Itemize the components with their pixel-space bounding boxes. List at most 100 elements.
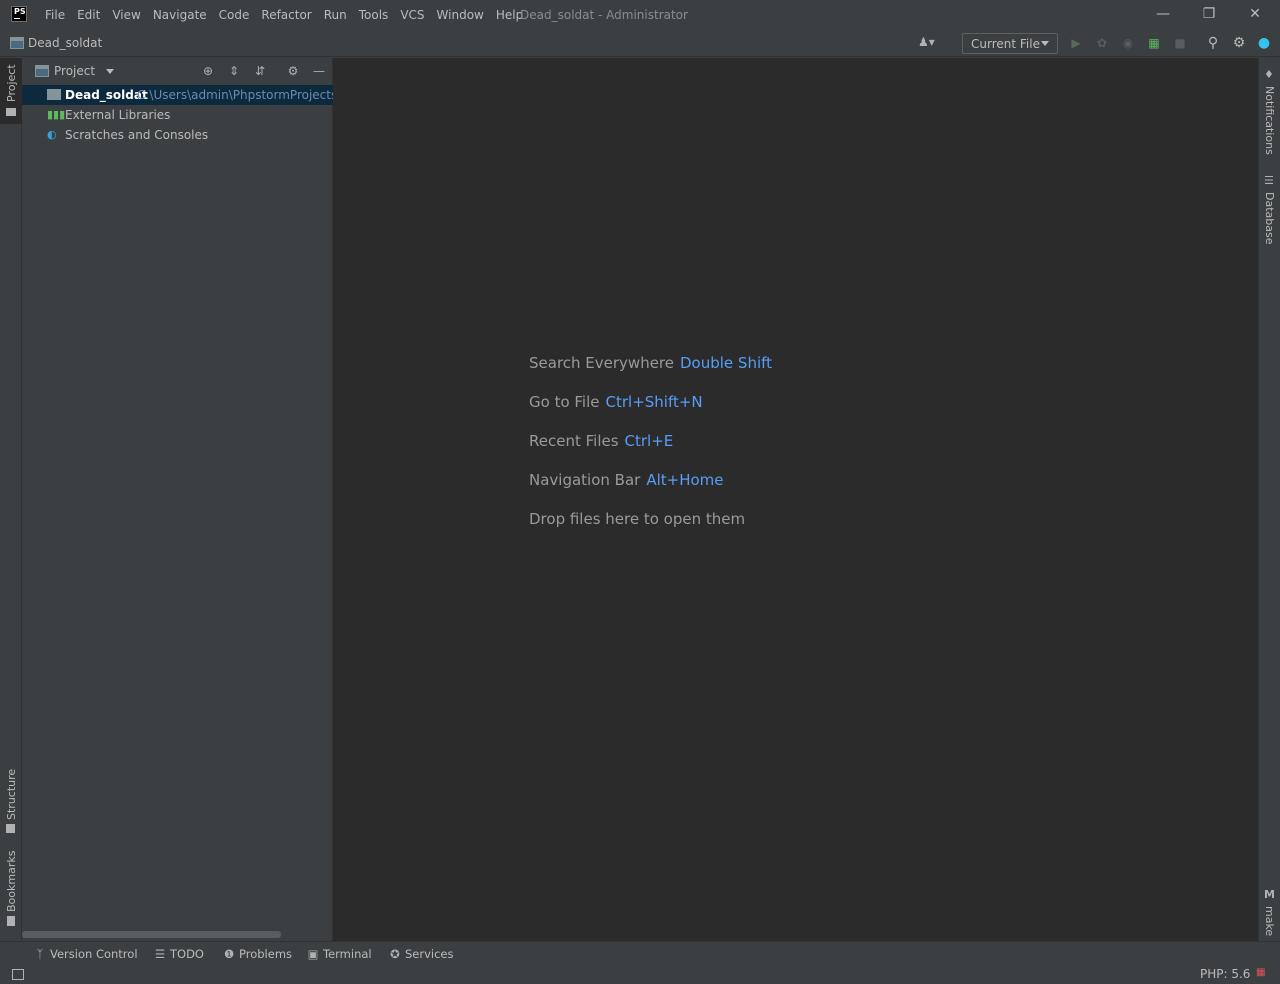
- bookmark-icon: [7, 916, 15, 926]
- menu-tools[interactable]: Tools: [359, 7, 389, 23]
- search-icon[interactable]: ⚲: [1205, 35, 1221, 51]
- hint-label: Drop files here to open them: [529, 510, 746, 528]
- hint-shortcut: Ctrl+E: [624, 432, 674, 450]
- make-icon: M: [1264, 888, 1275, 901]
- toggle-tool-windows-icon[interactable]: [12, 969, 24, 980]
- hint-go-to-file: Go to File Ctrl+Shift+N: [529, 392, 703, 412]
- hint-shortcut: Ctrl+Shift+N: [605, 393, 703, 411]
- minimize-icon[interactable]: —: [1154, 5, 1172, 23]
- menu-vcs[interactable]: VCS: [400, 7, 424, 23]
- stop-icon[interactable]: ■: [1172, 35, 1188, 51]
- stripe-structure-tab[interactable]: Structure: [0, 768, 22, 838]
- tree-item-label: Scratches and Consoles: [65, 128, 209, 142]
- settings-gear-icon[interactable]: ⚙: [1231, 35, 1247, 51]
- debug-icon[interactable]: ✿: [1094, 35, 1110, 51]
- coverage-icon[interactable]: ◉: [1120, 35, 1136, 51]
- list-icon: ☰: [154, 947, 166, 961]
- stripe-notifications-label: Notifications: [1263, 86, 1276, 155]
- stripe-notifications-tab[interactable]: ♦ Notifications: [1259, 66, 1280, 155]
- tree-item-label: Dead_soldat: [65, 88, 148, 102]
- scratches-icon: ◐: [47, 128, 57, 141]
- services-icon: ✪: [390, 947, 400, 961]
- expand-all-icon[interactable]: ⇕: [226, 63, 242, 79]
- tree-item-external-libraries[interactable]: ▮▮▮ External Libraries: [22, 105, 333, 125]
- menu-file[interactable]: File: [45, 7, 65, 23]
- project-panel-title[interactable]: Project: [54, 64, 95, 78]
- hint-recent-files: Recent Files Ctrl+E: [529, 431, 673, 451]
- tool-label: Version Control: [50, 947, 138, 961]
- jetbrains-ai-icon[interactable]: ●: [1256, 35, 1272, 51]
- menu-view[interactable]: View: [112, 7, 140, 23]
- menu-code[interactable]: Code: [219, 7, 250, 23]
- php-status-icon[interactable]: ▦: [1256, 967, 1270, 981]
- library-icon: ▮▮▮: [47, 108, 66, 121]
- php-version-widget[interactable]: PHP: 5.6: [1200, 967, 1250, 981]
- tool-label: TODO: [170, 947, 204, 961]
- menu-navigate[interactable]: Navigate: [153, 7, 207, 23]
- tree-item-path: C:\Users\admin\PhpstormProjects\D: [137, 88, 333, 102]
- tool-label: Problems: [239, 947, 293, 961]
- project-panel-header: Project ⊕ ⇕ ⇵ ⚙ —: [22, 58, 333, 85]
- project-view-icon: [35, 65, 49, 77]
- menu-run[interactable]: Run: [324, 7, 347, 23]
- bell-icon: ♦: [1264, 68, 1274, 81]
- tree-item-project-root[interactable]: Dead_soldat C:\Users\admin\PhpstormProje…: [22, 85, 333, 105]
- hint-label: Navigation Bar: [529, 471, 641, 489]
- panel-settings-gear-icon[interactable]: ⚙: [285, 63, 301, 79]
- tool-services[interactable]: ✪ Services: [389, 947, 454, 961]
- editor-area[interactable]: Search Everywhere Double Shift Go to File…: [333, 58, 1258, 941]
- close-icon[interactable]: ✕: [1246, 5, 1264, 23]
- problems-icon: ❶: [223, 947, 235, 961]
- user-icon[interactable]: ♟▾: [918, 35, 944, 51]
- chevron-down-icon[interactable]: [106, 69, 114, 74]
- stripe-structure-label: Structure: [5, 768, 18, 820]
- folder-icon: [47, 89, 61, 100]
- terminal-icon: ▣: [307, 947, 319, 961]
- collapse-all-icon[interactable]: ⇵: [252, 63, 268, 79]
- database-icon: ☰: [1264, 174, 1274, 187]
- tool-problems[interactable]: ❶ Problems: [223, 947, 292, 961]
- restore-icon[interactable]: ❐: [1200, 5, 1218, 23]
- stripe-project-label: Project: [5, 64, 18, 102]
- stripe-database-tab[interactable]: ☰ Database: [1259, 172, 1280, 245]
- locate-icon[interactable]: ⊕: [200, 63, 216, 79]
- project-folder-icon: [10, 37, 24, 49]
- chevron-down-icon: [1041, 41, 1049, 46]
- stripe-bookmarks-label: Bookmarks: [5, 850, 18, 912]
- tree-item-label: External Libraries: [65, 108, 171, 122]
- tool-version-control[interactable]: ᛉ Version Control: [34, 947, 138, 961]
- title-bar: PS File Edit View Navigate Code Refactor…: [0, 0, 1280, 29]
- stripe-make-label: make: [1263, 906, 1276, 937]
- breadcrumb-project[interactable]: Dead_soldat: [28, 36, 102, 50]
- stripe-project-tab[interactable]: Project: [0, 58, 22, 124]
- structure-icon: [6, 824, 15, 833]
- menu-edit[interactable]: Edit: [77, 7, 100, 23]
- horizontal-scrollbar[interactable]: [22, 931, 281, 938]
- hint-label: Go to File: [529, 393, 600, 411]
- run-configuration-select[interactable]: Current File: [962, 33, 1058, 54]
- menu-bar: File Edit View Navigate Code Refactor Ru…: [45, 7, 535, 23]
- tool-label: Terminal: [323, 947, 372, 961]
- menu-refactor[interactable]: Refactor: [261, 7, 311, 23]
- run-icon[interactable]: ▶: [1068, 35, 1084, 51]
- tool-label: Services: [405, 947, 454, 961]
- profile-icon[interactable]: ▦: [1146, 35, 1162, 51]
- tool-todo[interactable]: ☰ TODO: [154, 947, 204, 961]
- window-title: Dead_soldat - Administrator: [520, 8, 688, 22]
- branch-icon: ᛉ: [36, 947, 44, 961]
- stripe-bookmarks-tab[interactable]: Bookmarks: [0, 850, 22, 930]
- hint-label: Search Everywhere: [529, 354, 674, 372]
- hint-search-everywhere: Search Everywhere Double Shift: [529, 353, 772, 373]
- stripe-make-tab[interactable]: M make: [1259, 886, 1280, 936]
- hint-label: Recent Files: [529, 432, 619, 450]
- hint-drop-files: Drop files here to open them: [529, 509, 745, 529]
- hint-shortcut: Alt+Home: [646, 471, 724, 489]
- status-bar: PHP: 5.6 ▦: [0, 966, 1280, 984]
- phpstorm-logo-icon: PS: [11, 6, 27, 22]
- stripe-database-label: Database: [1263, 192, 1276, 245]
- menu-window[interactable]: Window: [437, 7, 484, 23]
- tree-item-scratches[interactable]: ◐ Scratches and Consoles: [22, 125, 333, 145]
- hide-panel-icon[interactable]: —: [311, 63, 327, 79]
- project-tool-window: Project ⊕ ⇕ ⇵ ⚙ — Dead_soldat C:\Users\a…: [22, 58, 333, 941]
- tool-terminal[interactable]: ▣ Terminal: [307, 947, 372, 961]
